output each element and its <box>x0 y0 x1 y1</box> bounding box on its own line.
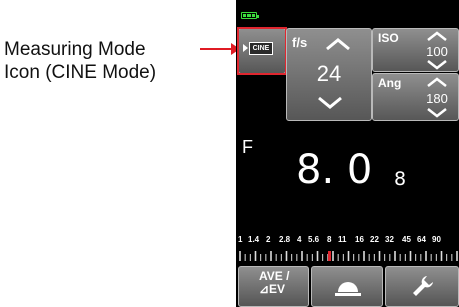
aperture-tenths: 8 <box>394 168 407 190</box>
fps-value: 24 <box>316 61 342 86</box>
iso-down-chevron-icon[interactable] <box>426 60 448 70</box>
scale-label: 8 <box>327 235 332 244</box>
angle-down-chevron-icon[interactable] <box>426 108 448 118</box>
scale-label: 32 <box>385 235 394 244</box>
angle-label: Ang <box>378 76 402 90</box>
scale-label: 64 <box>417 235 426 244</box>
scale-label: 5.6 <box>308 235 320 244</box>
fps-panel[interactable]: f/s 24 <box>286 28 372 121</box>
delta-ev-label: ⊿EV <box>259 282 286 296</box>
scale-label: 22 <box>370 235 379 244</box>
annotation-text: Measuring Mode Icon (CINE Mode) <box>4 38 210 84</box>
fps-up-chevron-icon[interactable] <box>325 37 351 51</box>
tool-button[interactable] <box>385 266 459 307</box>
annotation-line-2: Icon (CINE Mode) <box>4 62 157 83</box>
iso-value: 100 <box>426 44 448 59</box>
scale-indicator <box>328 251 331 261</box>
annotation-arrow <box>200 48 233 50</box>
aperture-label: F <box>242 137 253 157</box>
battery-full-icon <box>241 12 259 19</box>
scale-label: 11 <box>338 235 347 244</box>
scale-label: 16 <box>355 235 364 244</box>
scale-label: 45 <box>402 235 411 244</box>
light-dome-button[interactable] <box>311 266 383 307</box>
scale-label: 2.8 <box>279 235 291 244</box>
scale-label: 4 <box>297 235 302 244</box>
aperture-value: 8. 0 <box>296 147 373 193</box>
aperture-scale-ticks <box>239 251 458 261</box>
iso-panel[interactable]: ISO 100 <box>372 28 459 72</box>
meter-screen: CINE f/s 24 ISO 100 Ang 180 F 8. 0 8 1 1… <box>236 0 459 307</box>
annotation-line-1: Measuring Mode <box>4 39 146 60</box>
angle-value: 180 <box>426 91 448 106</box>
scale-label: 90 <box>432 235 441 244</box>
mode-highlight-box <box>237 27 287 75</box>
iso-label: ISO <box>378 31 399 45</box>
fps-label: f/s <box>292 35 308 50</box>
light-dome-icon <box>335 282 361 296</box>
wrench-icon <box>413 276 433 296</box>
scale-label: 1 <box>238 235 243 244</box>
scale-label: 2 <box>266 235 271 244</box>
angle-up-chevron-icon[interactable] <box>426 77 448 87</box>
shutter-angle-panel[interactable]: Ang 180 <box>372 73 459 121</box>
average-ev-button[interactable]: AVE / ⊿EV <box>238 266 309 307</box>
aperture-scale-labels: 1 1.4 2 2.8 4 5.6 8 11 16 22 32 45 64 90 <box>236 235 459 247</box>
iso-up-chevron-icon[interactable] <box>426 31 448 41</box>
scale-label: 1.4 <box>248 235 260 244</box>
aperture-scale <box>238 251 459 261</box>
fps-down-chevron-icon[interactable] <box>317 96 343 110</box>
